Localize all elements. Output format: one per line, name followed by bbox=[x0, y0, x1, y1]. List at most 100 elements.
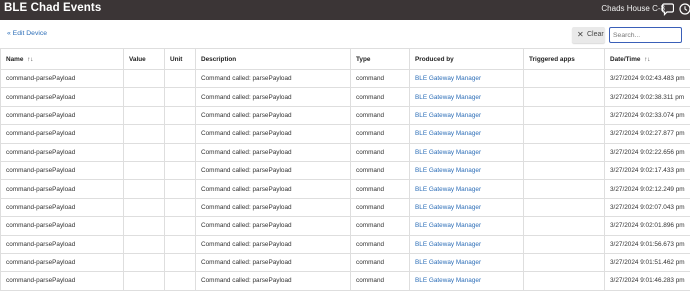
cell-description: Command called: parsePayload bbox=[196, 217, 351, 235]
cell-type: command bbox=[351, 88, 410, 106]
cell-value bbox=[124, 217, 165, 235]
cell-value bbox=[124, 272, 165, 290]
table-row[interactable]: command-parsePayloadCommand called: pars… bbox=[1, 143, 690, 161]
cell-unit bbox=[165, 143, 196, 161]
cell-triggered-apps bbox=[524, 70, 605, 88]
events-table: Name ↑↓ Value Unit Description Type Prod… bbox=[0, 48, 690, 291]
cell-value bbox=[124, 198, 165, 216]
cell-unit bbox=[165, 217, 196, 235]
cell-produced-by[interactable]: BLE Gateway Manager bbox=[410, 125, 524, 143]
cell-name: command-parsePayload bbox=[1, 217, 124, 235]
top-app-bar: BLE Chad Events Chads House C-8 bbox=[0, 0, 690, 20]
column-header-description[interactable]: Description bbox=[196, 49, 351, 70]
cell-unit bbox=[165, 272, 196, 290]
search-input[interactable] bbox=[609, 27, 682, 43]
cell-value bbox=[124, 88, 165, 106]
cell-value bbox=[124, 180, 165, 198]
cell-triggered-apps bbox=[524, 198, 605, 216]
cell-produced-by[interactable]: BLE Gateway Manager bbox=[410, 198, 524, 216]
cell-datetime: 3/27/2024 9:01:51.462 pm bbox=[605, 253, 690, 271]
close-icon: ✕ bbox=[577, 30, 584, 39]
table-row[interactable]: command-parsePayload Command called: pars… bbox=[1, 88, 690, 106]
edit-device-link[interactable]: « Edit Device bbox=[7, 30, 47, 37]
table-row[interactable]: command-parsePayload Command called: pars… bbox=[1, 106, 690, 124]
cell-type: command bbox=[351, 198, 410, 216]
cell-name: command-parsePayload bbox=[1, 88, 124, 106]
cell-triggered-apps bbox=[524, 143, 605, 161]
chat-icon[interactable] bbox=[662, 2, 674, 16]
column-header-triggered-apps[interactable]: Triggered apps bbox=[524, 49, 605, 70]
sort-icon[interactable]: ↑↓ bbox=[644, 57, 650, 63]
cell-produced-by[interactable]: BLE Gateway Manager bbox=[410, 70, 524, 88]
cell-produced-by[interactable]: BLE Gateway Manager bbox=[410, 106, 524, 124]
cell-triggered-apps bbox=[524, 235, 605, 253]
column-header-type[interactable]: Type bbox=[351, 49, 410, 70]
column-header-value[interactable]: Value bbox=[124, 49, 165, 70]
cell-name: command-parsePayload bbox=[1, 106, 124, 124]
cell-type: command bbox=[351, 272, 410, 290]
cell-triggered-apps bbox=[524, 217, 605, 235]
table-row[interactable]: command-parsePayload Command called: pars… bbox=[1, 217, 690, 235]
clock-icon[interactable] bbox=[678, 2, 690, 16]
cell-unit bbox=[165, 198, 196, 216]
cell-value bbox=[124, 143, 165, 161]
cell-triggered-apps bbox=[524, 88, 605, 106]
table-row[interactable]: command-parsePayloadCommand called: pars… bbox=[1, 180, 690, 198]
cell-triggered-apps bbox=[524, 272, 605, 290]
cell-datetime: 3/27/2024 9:02:43.483 pm bbox=[605, 70, 690, 88]
cell-datetime: 3/27/2024 9:02:07.043 pm bbox=[605, 198, 690, 216]
cell-produced-by[interactable]: BLE Gateway Manager bbox=[410, 161, 524, 179]
cell-type: command bbox=[351, 106, 410, 124]
cell-triggered-apps bbox=[524, 180, 605, 198]
cell-value bbox=[124, 161, 165, 179]
cell-name: command-parsePayload bbox=[1, 125, 124, 143]
cell-description: Command called: parsePayload bbox=[196, 272, 351, 290]
cell-name: command-parsePayload bbox=[1, 180, 124, 198]
column-header-produced-by[interactable]: Produced by bbox=[410, 49, 524, 70]
table-row[interactable]: command-parsePayloadCommand called: pars… bbox=[1, 70, 690, 88]
cell-produced-by[interactable]: BLE Gateway Manager bbox=[410, 143, 524, 161]
cell-datetime: 3/27/2024 9:02:01.896 pm bbox=[605, 217, 690, 235]
cell-datetime: 3/27/2024 9:02:12.249 pm bbox=[605, 180, 690, 198]
table-row[interactable]: command-parsePayload Command called: pars… bbox=[1, 125, 690, 143]
cell-produced-by[interactable]: BLE Gateway Manager bbox=[410, 235, 524, 253]
cell-value bbox=[124, 70, 165, 88]
hub-name: Chads House C-8 bbox=[601, 4, 665, 13]
cell-name: command-parsePayload bbox=[1, 235, 124, 253]
cell-unit bbox=[165, 88, 196, 106]
cell-name: command-parsePayload bbox=[1, 272, 124, 290]
clear-button[interactable]: ✕ Clear bbox=[572, 27, 605, 43]
cell-unit bbox=[165, 161, 196, 179]
table-body: command-parsePayload Command called: pars… bbox=[1, 70, 690, 291]
cell-unit bbox=[165, 125, 196, 143]
column-header-datetime[interactable]: Date/Time ↑↓ bbox=[605, 49, 690, 70]
cell-description: Command called: parsePayload bbox=[196, 143, 351, 161]
cell-produced-by[interactable]: BLE Gateway Manager bbox=[410, 272, 524, 290]
cell-produced-by[interactable]: BLE Gateway Manager bbox=[410, 253, 524, 271]
cell-produced-by[interactable]: BLE Gateway Manager bbox=[410, 88, 524, 106]
column-header-name[interactable]: Name ↑↓ bbox=[1, 49, 124, 70]
cell-unit bbox=[165, 253, 196, 271]
table-row[interactable]: command-parsePayloadCommand called: pars… bbox=[1, 235, 690, 253]
cell-value bbox=[124, 106, 165, 124]
table-row[interactable]: command-parsePayload Command called: pars… bbox=[1, 272, 690, 290]
cell-type: command bbox=[351, 235, 410, 253]
cell-value bbox=[124, 125, 165, 143]
table-header-row: Name ↑↓ Value Unit Description Type Prod… bbox=[1, 49, 690, 70]
table-row[interactable]: command-parsePayloadCommand called: pars… bbox=[1, 161, 690, 179]
table-row[interactable]: command-parsePayloadCommand called: pars… bbox=[1, 253, 690, 271]
sort-icon[interactable]: ↑↓ bbox=[27, 57, 33, 63]
cell-produced-by[interactable]: BLE Gateway Manager bbox=[410, 217, 524, 235]
cell-description: Command called: parsePayload bbox=[196, 88, 351, 106]
cell-triggered-apps bbox=[524, 253, 605, 271]
cell-description: Command called: parsePayload bbox=[196, 106, 351, 124]
table-row[interactable]: command-parsePayloadCommand called: pars… bbox=[1, 198, 690, 216]
cell-name: command-parsePayload bbox=[1, 198, 124, 216]
cell-description: Command called: parsePayload bbox=[196, 253, 351, 271]
cell-produced-by[interactable]: BLE Gateway Manager bbox=[410, 180, 524, 198]
cell-description: Command called: parsePayload bbox=[196, 125, 351, 143]
page-title: BLE Chad Events bbox=[4, 2, 101, 14]
column-header-unit[interactable]: Unit bbox=[165, 49, 196, 70]
cell-name: command-parsePayload bbox=[1, 161, 124, 179]
cell-datetime: 3/27/2024 9:02:33.074 pm bbox=[605, 106, 690, 124]
